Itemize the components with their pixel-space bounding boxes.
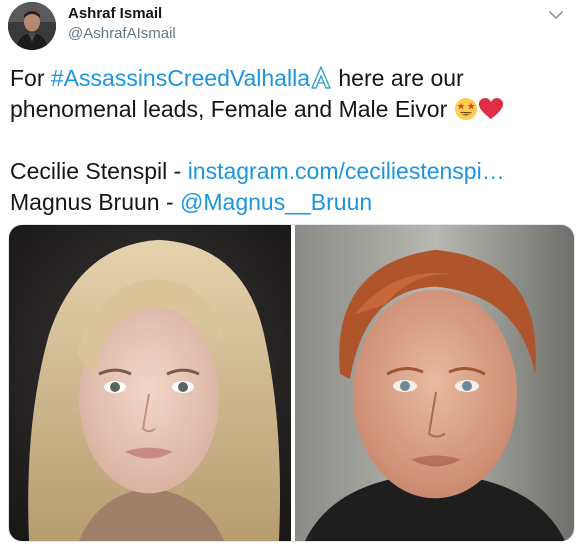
tweet-line2-text: phenomenal leads, Female and Male Eivor	[10, 96, 454, 122]
credit1-name: Cecilie Stenspil -	[10, 158, 188, 184]
hashtag-link[interactable]: #AssassinsCreedValhalla	[51, 65, 310, 91]
author-display-name[interactable]: Ashraf Ismail	[68, 4, 176, 24]
tweet-text: For #AssassinsCreedValhalla here are our…	[10, 63, 575, 218]
star-struck-emoji-icon	[454, 97, 478, 129]
photo-male-eivor[interactable]	[295, 225, 574, 541]
tweet-line-1: For #AssassinsCreedValhalla here are our	[10, 63, 575, 94]
tweet-prefix: For	[10, 65, 51, 91]
media-grid	[8, 224, 575, 542]
chevron-down-icon[interactable]	[547, 6, 565, 24]
author-handle[interactable]: @AshrafAIsmail	[68, 24, 176, 44]
photo-female-eivor[interactable]	[9, 225, 291, 541]
tweet: Ashraf Ismail @AshrafAIsmail For #Assass…	[0, 0, 581, 547]
tweet-credit-2: Magnus Bruun - @Magnus__Bruun	[10, 187, 575, 218]
mention-link[interactable]: @Magnus__Bruun	[180, 189, 372, 215]
credit2-name: Magnus Bruun -	[10, 189, 181, 215]
author-info: Ashraf Ismail @AshrafAIsmail	[68, 4, 176, 44]
tweet-line1-rest: here are our	[332, 65, 464, 91]
instagram-link[interactable]: instagram.com/ceciliestenspi…	[188, 158, 505, 184]
tweet-line-2: phenomenal leads, Female and Male Eivor	[10, 94, 575, 125]
tweet-credit-1: Cecilie Stenspil - instagram.com/cecilie…	[10, 156, 575, 187]
avatar[interactable]	[8, 2, 56, 50]
red-heart-emoji-icon	[478, 97, 504, 129]
